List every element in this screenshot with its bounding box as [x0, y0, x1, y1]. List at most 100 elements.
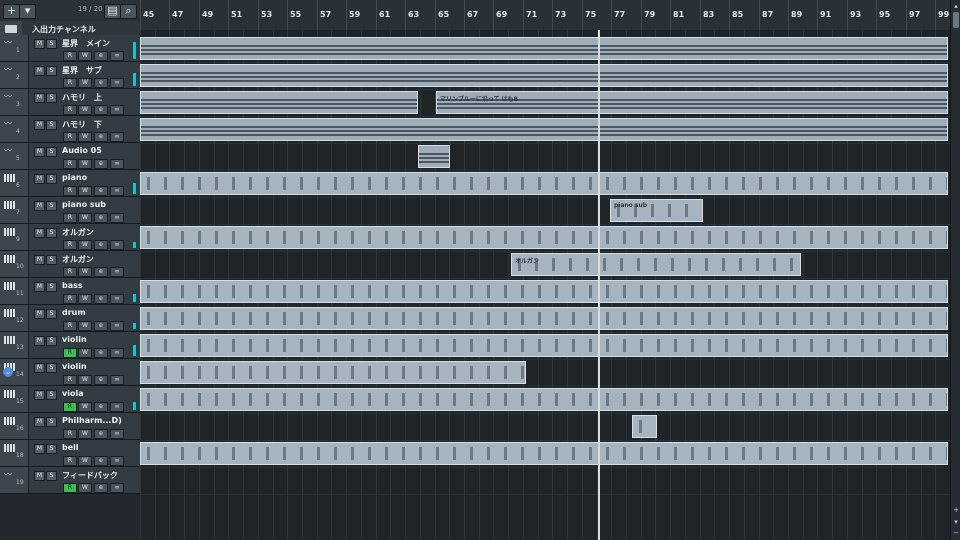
read-automation-button[interactable]: R: [63, 456, 77, 466]
midi-part[interactable]: [140, 172, 948, 195]
mute-button[interactable]: M: [34, 228, 45, 238]
edit-channel-button[interactable]: e: [94, 132, 108, 142]
edit-channel-button[interactable]: e: [94, 78, 108, 88]
write-automation-button[interactable]: W: [78, 267, 92, 277]
solo-button[interactable]: S: [46, 201, 57, 211]
mute-button[interactable]: M: [34, 282, 45, 292]
edit-channel-button[interactable]: e: [94, 213, 108, 223]
write-automation-button[interactable]: W: [78, 159, 92, 169]
mute-button[interactable]: M: [34, 471, 45, 481]
edit-channel-button[interactable]: e: [94, 186, 108, 196]
mute-button[interactable]: M: [34, 390, 45, 400]
solo-button[interactable]: S: [46, 174, 57, 184]
read-automation-button[interactable]: R: [63, 105, 77, 115]
track-row[interactable]: 7 M S piano sub R W e ∞: [0, 197, 140, 224]
link-button[interactable]: ∞: [110, 132, 124, 142]
read-automation-button[interactable]: R: [63, 213, 77, 223]
audio-event[interactable]: [140, 118, 948, 141]
track-list-view-icon[interactable]: ▤: [104, 4, 121, 19]
mute-button[interactable]: M: [34, 174, 45, 184]
solo-button[interactable]: S: [46, 39, 57, 49]
read-automation-button[interactable]: R: [63, 483, 77, 493]
read-automation-button[interactable]: R: [63, 51, 77, 61]
zoom-out-icon[interactable]: −: [952, 529, 960, 537]
solo-button[interactable]: S: [46, 147, 57, 157]
audio-event[interactable]: [140, 91, 418, 114]
add-track-menu-button[interactable]: ▾: [19, 4, 36, 19]
midi-part[interactable]: [140, 442, 948, 465]
solo-button[interactable]: S: [46, 390, 57, 400]
mute-button[interactable]: M: [34, 336, 45, 346]
edit-channel-button[interactable]: e: [94, 402, 108, 412]
read-automation-button[interactable]: R: [63, 402, 77, 412]
solo-button[interactable]: S: [46, 363, 57, 373]
track-row[interactable]: 〰 19 M S フィードバック R W e ∞: [0, 467, 140, 494]
link-button[interactable]: ∞: [110, 348, 124, 358]
read-automation-button[interactable]: R: [63, 348, 77, 358]
mute-button[interactable]: M: [34, 39, 45, 49]
track-row[interactable]: 12 M S drum R W e ∞: [0, 305, 140, 332]
read-automation-button[interactable]: R: [63, 240, 77, 250]
edit-channel-button[interactable]: e: [94, 51, 108, 61]
solo-button[interactable]: S: [46, 228, 57, 238]
midi-part[interactable]: [140, 280, 948, 303]
mute-button[interactable]: M: [34, 309, 45, 319]
edit-channel-button[interactable]: e: [94, 483, 108, 493]
search-icon[interactable]: ⌕: [120, 4, 137, 19]
solo-button[interactable]: S: [46, 93, 57, 103]
mute-button[interactable]: M: [34, 363, 45, 373]
link-button[interactable]: ∞: [110, 429, 124, 439]
track-row[interactable]: 6 M S piano R W e ∞: [0, 170, 140, 197]
write-automation-button[interactable]: W: [78, 78, 92, 88]
zoom-in-icon[interactable]: +: [952, 506, 960, 514]
edit-channel-button[interactable]: e: [94, 294, 108, 304]
scroll-up-icon[interactable]: ▴: [952, 2, 960, 10]
edit-channel-button[interactable]: e: [94, 375, 108, 385]
link-button[interactable]: ∞: [110, 78, 124, 88]
read-automation-button[interactable]: R: [63, 294, 77, 304]
track-row[interactable]: 〰 3 M S ハモリ 上 R W e ∞: [0, 89, 140, 116]
track-row[interactable]: 〰 1 M S 星界 メイン R W e ∞: [0, 35, 140, 62]
read-automation-button[interactable]: R: [63, 321, 77, 331]
mute-button[interactable]: M: [34, 120, 45, 130]
track-row[interactable]: 14 M S violin R W e ∞: [0, 359, 140, 386]
add-track-button[interactable]: +: [3, 4, 20, 19]
solo-button[interactable]: S: [46, 66, 57, 76]
timeline-ruler[interactable]: 45 47 49 51 53 55 57 59 61 63 65 67 69 71 73 75 77 79 81 83…: [140, 0, 950, 31]
vertical-scrollbar[interactable]: ▴ + ▾ −: [950, 0, 960, 540]
midi-part[interactable]: [140, 307, 948, 330]
link-button[interactable]: ∞: [110, 294, 124, 304]
expand-icon[interactable]: ⌄: [3, 367, 13, 377]
track-row[interactable]: 〰 2 M S 星界 サブ R W e ∞: [0, 62, 140, 89]
solo-button[interactable]: S: [46, 282, 57, 292]
link-button[interactable]: ∞: [110, 105, 124, 115]
audio-event[interactable]: マリンブルーに沿って はも8: [436, 91, 948, 114]
write-automation-button[interactable]: W: [78, 456, 92, 466]
solo-button[interactable]: S: [46, 471, 57, 481]
read-automation-button[interactable]: R: [63, 429, 77, 439]
midi-part[interactable]: [140, 388, 948, 411]
link-button[interactable]: ∞: [110, 213, 124, 223]
edit-channel-button[interactable]: e: [94, 456, 108, 466]
read-automation-button[interactable]: R: [63, 375, 77, 385]
edit-channel-button[interactable]: e: [94, 105, 108, 115]
write-automation-button[interactable]: W: [78, 321, 92, 331]
write-automation-button[interactable]: W: [78, 240, 92, 250]
mute-button[interactable]: M: [34, 255, 45, 265]
write-automation-button[interactable]: W: [78, 402, 92, 412]
track-row[interactable]: 9 M S オルガン R W e ∞: [0, 224, 140, 251]
write-automation-button[interactable]: W: [78, 186, 92, 196]
event-display[interactable]: マリンブルーに沿って はも8 piano sub オルガン: [140, 30, 950, 540]
write-automation-button[interactable]: W: [78, 51, 92, 61]
mute-button[interactable]: M: [34, 66, 45, 76]
link-button[interactable]: ∞: [110, 267, 124, 277]
link-button[interactable]: ∞: [110, 402, 124, 412]
link-button[interactable]: ∞: [110, 186, 124, 196]
folder-track[interactable]: 入出力チャンネル: [0, 21, 140, 36]
midi-part[interactable]: オルガン: [511, 253, 801, 276]
write-automation-button[interactable]: W: [78, 213, 92, 223]
audio-event[interactable]: [140, 64, 948, 87]
midi-part[interactable]: [140, 334, 948, 357]
link-button[interactable]: ∞: [110, 240, 124, 250]
midi-part[interactable]: [140, 361, 526, 384]
